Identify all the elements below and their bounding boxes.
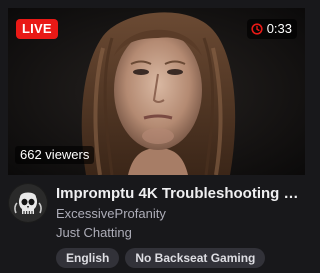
stream-title[interactable]: Impromptu 4K Troubleshooting Stream [56, 183, 305, 204]
clock-icon [251, 23, 263, 35]
stream-info: Impromptu 4K Troubleshooting Stream Exce… [8, 183, 305, 268]
tag-no-backseat-gaming[interactable]: No Backseat Gaming [125, 248, 266, 268]
live-badge: LIVE [16, 19, 58, 39]
stream-meta: Impromptu 4K Troubleshooting Stream Exce… [56, 183, 305, 268]
viewer-count: 662 viewers [15, 146, 95, 164]
channel-name[interactable]: ExcessiveProfanity [56, 204, 305, 223]
tag-list: English No Backseat Gaming [56, 248, 305, 268]
tag-english[interactable]: English [56, 248, 120, 268]
uptime-badge: 0:33 [246, 19, 297, 39]
channel-avatar[interactable] [8, 183, 48, 223]
stream-card: LIVE 0:33 662 viewers Impromptu 4K Troub… [0, 0, 313, 273]
uptime-text: 0:33 [266, 21, 292, 36]
stream-thumbnail[interactable]: LIVE 0:33 662 viewers [8, 8, 305, 175]
stream-category[interactable]: Just Chatting [56, 223, 305, 242]
